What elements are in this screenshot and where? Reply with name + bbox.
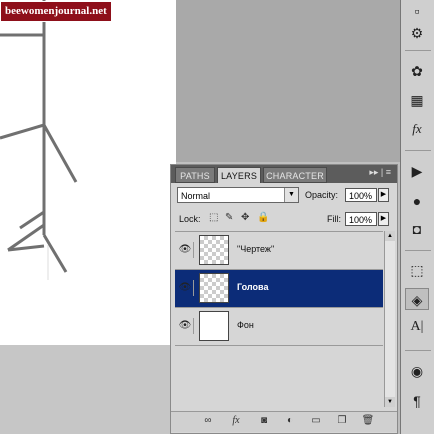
scroll-up-icon[interactable]: ▲ <box>385 231 395 241</box>
layer-thumbnail <box>199 235 229 265</box>
layer-name: Фон <box>237 320 254 330</box>
toolbar-divider <box>405 350 431 351</box>
layer-row-selected[interactable]: 👁 Голова <box>175 270 383 308</box>
adjustment-icon[interactable]: ◐ <box>283 415 297 426</box>
tab-character[interactable]: CHARACTER <box>263 167 327 183</box>
group-icon[interactable]: ▭ <box>309 415 323 426</box>
watermark-logo: beewomenjournal.net <box>0 1 112 22</box>
layers-list: 👁 "Чертеж" 👁 Голова 👁 Фон <box>175 231 383 408</box>
workspace-background <box>176 0 400 162</box>
eye-icon[interactable]: 👁 <box>177 280 194 296</box>
layer-row[interactable]: 👁 Фон <box>175 308 383 346</box>
blend-mode-select[interactable]: Normal ▼ <box>177 187 299 203</box>
toolbar-divider <box>405 250 431 251</box>
blend-mode-value: Normal <box>181 191 211 201</box>
lock-position-icon[interactable]: ✥ <box>241 212 249 223</box>
opacity-input[interactable]: 100% <box>345 188 377 202</box>
tab-paths[interactable]: PATHS <box>175 167 215 183</box>
link-icon[interactable]: ∞ <box>201 415 215 426</box>
sketch-knee <box>19 210 45 230</box>
layers-stack-icon[interactable]: ◈ <box>405 288 429 310</box>
fill-input[interactable]: 100% <box>345 212 377 226</box>
lock-transparent-icon[interactable]: ⬚ <box>209 212 218 223</box>
trash-icon[interactable]: 🗑 <box>361 415 375 426</box>
clone-source-icon[interactable]: ⚙ <box>405 22 429 44</box>
layer-name: "Чертеж" <box>237 244 275 254</box>
opacity-arrow-icon[interactable]: ▶ <box>378 188 389 202</box>
opacity-label: Opacity: <box>305 190 339 200</box>
eye-icon[interactable]: 👁 <box>177 242 194 258</box>
brush-presets-icon[interactable]: ✿ <box>405 60 429 82</box>
effects-icon[interactable]: fx <box>405 118 429 140</box>
eye-icon[interactable]: 👁 <box>177 318 194 334</box>
panel-tab-bar: PATHS LAYERS CHARACTER ▸▸ | ≡ <box>171 165 397 183</box>
layers-scrollbar[interactable]: ▲ ▼ <box>384 231 395 407</box>
lock-pixels-icon[interactable]: ✎ <box>225 212 233 223</box>
transform-icon[interactable]: ⬚ <box>405 259 429 281</box>
history-icon[interactable]: ▫ <box>405 0 429 22</box>
lock-all-icon[interactable]: 🔒 <box>257 212 269 223</box>
layer-row[interactable]: 👁 "Чертеж" <box>175 232 383 270</box>
fx-icon[interactable]: fx <box>229 415 243 426</box>
circle-icon[interactable]: ● <box>405 190 429 212</box>
fill-label: Fill: <box>327 214 341 224</box>
canvas-pasteboard <box>0 345 176 434</box>
type-icon[interactable]: A| <box>405 316 429 338</box>
layer-thumbnail <box>199 311 229 341</box>
panel-menu-icon[interactable]: ▸▸ | ≡ <box>369 167 391 178</box>
layer-name: Голова <box>237 282 269 292</box>
fill-arrow-icon[interactable]: ▶ <box>378 212 389 226</box>
paragraph-icon[interactable]: ¶ <box>405 390 429 412</box>
grid-icon[interactable]: ▦ <box>405 89 429 111</box>
toolbar-divider <box>405 50 431 51</box>
lock-label: Lock: <box>179 214 201 224</box>
new-layer-icon[interactable]: ❐ <box>335 415 349 426</box>
chevron-down-icon[interactable]: ▼ <box>284 188 298 202</box>
layers-bottom-bar: ∞ fx ◙ ◐ ▭ ❐ 🗑 <box>171 411 397 432</box>
scroll-down-icon[interactable]: ▼ <box>385 397 395 407</box>
layer-thumbnail <box>199 273 229 303</box>
blob-icon[interactable]: ◉ <box>405 360 429 382</box>
sketch-drawing <box>0 0 78 280</box>
sketch-arm-left <box>0 123 45 140</box>
play-icon[interactable]: ▶ <box>405 160 429 182</box>
toolbar-divider <box>405 150 431 151</box>
layers-panel: PATHS LAYERS CHARACTER ▸▸ | ≡ Normal ▼ O… <box>170 164 398 434</box>
tab-layers[interactable]: LAYERS <box>217 167 261 183</box>
sketch-leg-right <box>42 234 68 273</box>
mask-icon[interactable]: ◙ <box>257 415 271 426</box>
square-mask-icon[interactable]: ◘ <box>405 218 429 240</box>
sketch-arm-right <box>42 124 78 183</box>
right-toolbar: ▫ ⚙ ✿ ▦ fx ▶ ● ◘ ⬚ ◈ A| ◉ ¶ <box>400 0 434 434</box>
